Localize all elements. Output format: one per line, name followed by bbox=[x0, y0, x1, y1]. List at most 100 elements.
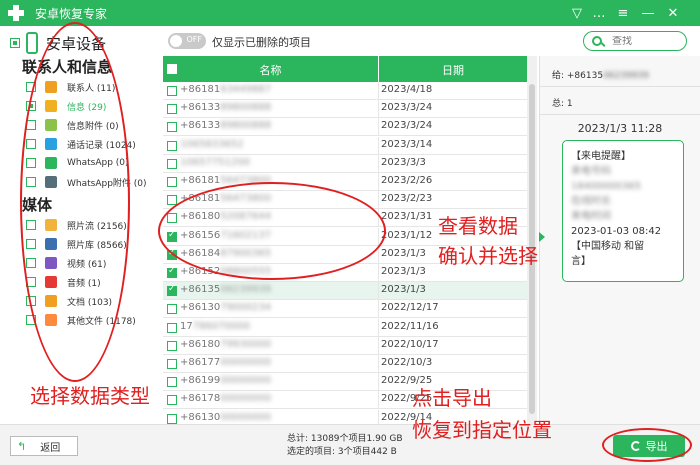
row-checkbox[interactable] bbox=[167, 340, 177, 351]
row-checkbox[interactable] bbox=[167, 322, 177, 333]
row-number-prefix: +86181 bbox=[180, 175, 221, 186]
total-items: 总计: 13089个项目1.90 GB bbox=[287, 434, 403, 444]
row-number: +8618079930000 bbox=[180, 339, 271, 350]
table-row[interactable]: +8618079930000 2022/10/17 bbox=[163, 336, 527, 355]
device-checkbox[interactable] bbox=[10, 38, 20, 48]
row-number-masked: 786070000 bbox=[192, 320, 250, 332]
close-icon[interactable]: ✕ bbox=[662, 0, 684, 26]
recipient-label: 给: +86135 bbox=[552, 71, 604, 81]
row-date: 2023/3/14 bbox=[378, 136, 527, 155]
row-number: 17786070000 bbox=[180, 321, 250, 332]
row-number: 10657751200 bbox=[180, 157, 250, 168]
row-number-prefix: +86130 bbox=[180, 302, 221, 314]
deleted-only-toggle[interactable]: OFF bbox=[168, 33, 206, 49]
app-logo-icon bbox=[5, 2, 27, 24]
table-row[interactable]: +8613389800888 2023/3/24 bbox=[163, 100, 527, 119]
table-header: 名称 日期 bbox=[163, 56, 527, 82]
footer: ↰ 返回 总计: 13089个项目1.90 GB 选定的项目: 3个项目442 … bbox=[0, 424, 700, 465]
table-row[interactable]: +8613506239939 2023/1/3 bbox=[163, 282, 527, 301]
row-date: 2023/3/24 bbox=[378, 100, 527, 119]
table-row[interactable]: +8617700000000 2022/10/3 bbox=[163, 355, 527, 373]
search-icon bbox=[592, 36, 602, 46]
message-line: 2023-01-03 08:42 bbox=[571, 226, 662, 237]
table-row[interactable]: +8618163449887 2023/4/18 bbox=[163, 82, 527, 100]
row-date: 2022/11/16 bbox=[378, 318, 527, 337]
row-number-prefix: +86199 bbox=[180, 375, 221, 387]
app-title: 安卓恢复专家 bbox=[35, 6, 108, 21]
row-checkbox[interactable] bbox=[167, 359, 177, 369]
row-checkbox[interactable] bbox=[167, 266, 177, 278]
annotation-view-data: 查看数据 bbox=[438, 214, 518, 238]
row-number-masked: 06239939 bbox=[220, 284, 272, 296]
row-number: +8613389800888 bbox=[180, 102, 271, 113]
feedback-icon[interactable]: … bbox=[588, 0, 610, 26]
toggle-state: OFF bbox=[186, 35, 203, 44]
row-number-prefix: 17 bbox=[180, 320, 193, 332]
message-bubble: 【来电提醒】 来电号码 18400000365 在线时长 来电时间 2023-01-03 … bbox=[562, 140, 684, 282]
row-number: +8617700000000 bbox=[180, 357, 271, 368]
row-date: 2022/10/3 bbox=[378, 355, 527, 373]
search-input[interactable] bbox=[612, 35, 682, 47]
row-date: 2022/12/17 bbox=[378, 300, 527, 319]
row-checkbox[interactable] bbox=[167, 104, 177, 115]
toggle-knob bbox=[170, 35, 182, 47]
date-column-header[interactable]: 日期 bbox=[378, 56, 527, 82]
menu-icon[interactable]: ≡ bbox=[612, 0, 634, 26]
table-row[interactable]: +8613389800888 2023/3/24 bbox=[163, 118, 527, 137]
row-number-prefix: +86181 bbox=[180, 84, 221, 95]
name-column-header[interactable]: 名称 bbox=[163, 62, 378, 78]
table-row[interactable]: +8613079000234 2022/12/17 bbox=[163, 300, 527, 319]
title-bar: 安卓恢复专家 ▽ … ≡ — ✕ bbox=[0, 0, 700, 26]
minimize-icon[interactable]: — bbox=[637, 0, 659, 26]
row-number: +8619900000000 bbox=[180, 375, 271, 386]
row-date: 2023/4/18 bbox=[378, 82, 527, 100]
row-number-prefix: +86178 bbox=[180, 393, 221, 405]
row-number-masked: 00000000 bbox=[220, 357, 272, 368]
row-number-masked: 00000000 bbox=[220, 393, 272, 405]
message-line: 在线时长 bbox=[571, 196, 611, 207]
search-box[interactable] bbox=[583, 31, 687, 51]
selected-items: 选定的项目: 3个项目442 B bbox=[287, 447, 397, 457]
phone-icon bbox=[26, 32, 38, 54]
row-checkbox[interactable] bbox=[167, 140, 177, 151]
row-checkbox[interactable] bbox=[167, 284, 177, 297]
message-line: 来电时间 bbox=[571, 211, 611, 222]
row-checkbox[interactable] bbox=[167, 304, 177, 315]
annotation-ellipse-sidebar bbox=[20, 22, 130, 382]
back-button[interactable]: ↰ 返回 bbox=[10, 436, 78, 456]
wifi-icon[interactable]: ▽ bbox=[566, 0, 588, 26]
row-date: 2023/2/23 bbox=[378, 191, 527, 210]
row-number-prefix: +86133 bbox=[180, 102, 221, 114]
row-checkbox[interactable] bbox=[167, 395, 177, 406]
divider bbox=[540, 114, 700, 115]
row-number-prefix: +86135 bbox=[180, 284, 221, 296]
select-all-checkbox[interactable] bbox=[167, 64, 177, 74]
table-row[interactable]: 1065833652 2023/3/14 bbox=[163, 136, 527, 155]
message-line: 【中国移动 和留 bbox=[571, 241, 645, 252]
table-row[interactable]: 17786070000 2022/11/16 bbox=[163, 318, 527, 337]
annotation-select-type: 选择数据类型 bbox=[30, 384, 150, 408]
row-checkbox[interactable] bbox=[167, 158, 177, 169]
row-number: +8613389800888 bbox=[180, 120, 271, 131]
annotation-restore-location: 恢复到指定位置 bbox=[412, 418, 552, 442]
recipient-line: 给: +8613506239939 bbox=[552, 68, 649, 81]
annotation-ellipse-rows bbox=[158, 182, 386, 280]
row-checkbox[interactable] bbox=[167, 177, 177, 187]
row-number-masked: 10657751200 bbox=[180, 156, 250, 168]
message-line: 言】 bbox=[571, 256, 591, 267]
message-total: 总: 1 bbox=[552, 99, 573, 109]
divider bbox=[540, 86, 700, 87]
row-number: +8613079000234 bbox=[180, 302, 271, 313]
row-checkbox[interactable] bbox=[167, 86, 177, 96]
row-number: +8618163449887 bbox=[180, 84, 271, 95]
message-time: 2023/1/3 11:28 bbox=[577, 122, 663, 135]
row-checkbox[interactable] bbox=[167, 377, 177, 388]
row-number: +8613506239939 bbox=[180, 284, 271, 295]
row-number: +8617800000000 bbox=[180, 393, 271, 404]
table-row[interactable]: 10657751200 2023/3/3 bbox=[163, 154, 527, 173]
row-number: +8613000000000 bbox=[180, 412, 271, 423]
row-date: 2023/3/3 bbox=[378, 154, 527, 173]
row-number-masked: 63449887 bbox=[220, 84, 272, 95]
row-checkbox[interactable] bbox=[167, 122, 177, 133]
row-checkbox[interactable] bbox=[167, 413, 177, 424]
